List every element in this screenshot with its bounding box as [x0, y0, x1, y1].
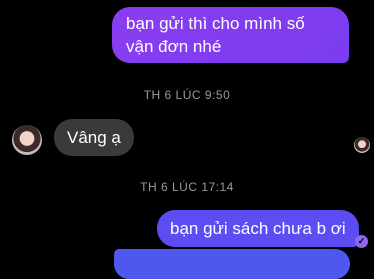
avatar-image: [12, 125, 42, 155]
message-text: bạn gửi thì cho mình số vận đơn nhé: [126, 14, 305, 56]
message-text: Vâng ạ: [67, 128, 121, 147]
message-timestamp: TH 6 LÚC 17:14: [140, 180, 234, 194]
contact-avatar[interactable]: [12, 125, 42, 155]
read-receipt-avatar: [354, 137, 370, 153]
outgoing-message-bubble[interactable]: bạn gửi sách chưa b ơi: [157, 210, 359, 247]
incoming-message-bubble[interactable]: Vâng ạ: [54, 119, 134, 156]
message-text: bạn gửi sách chưa b ơi: [170, 219, 346, 238]
avatar-image: [354, 137, 370, 153]
outgoing-message-bubble[interactable]: [114, 249, 350, 279]
message-timestamp: TH 6 LÚC 9:50: [143, 88, 231, 102]
outgoing-message-bubble[interactable]: bạn gửi thì cho mình số vận đơn nhé: [112, 7, 349, 63]
check-icon: ✓: [355, 235, 368, 248]
